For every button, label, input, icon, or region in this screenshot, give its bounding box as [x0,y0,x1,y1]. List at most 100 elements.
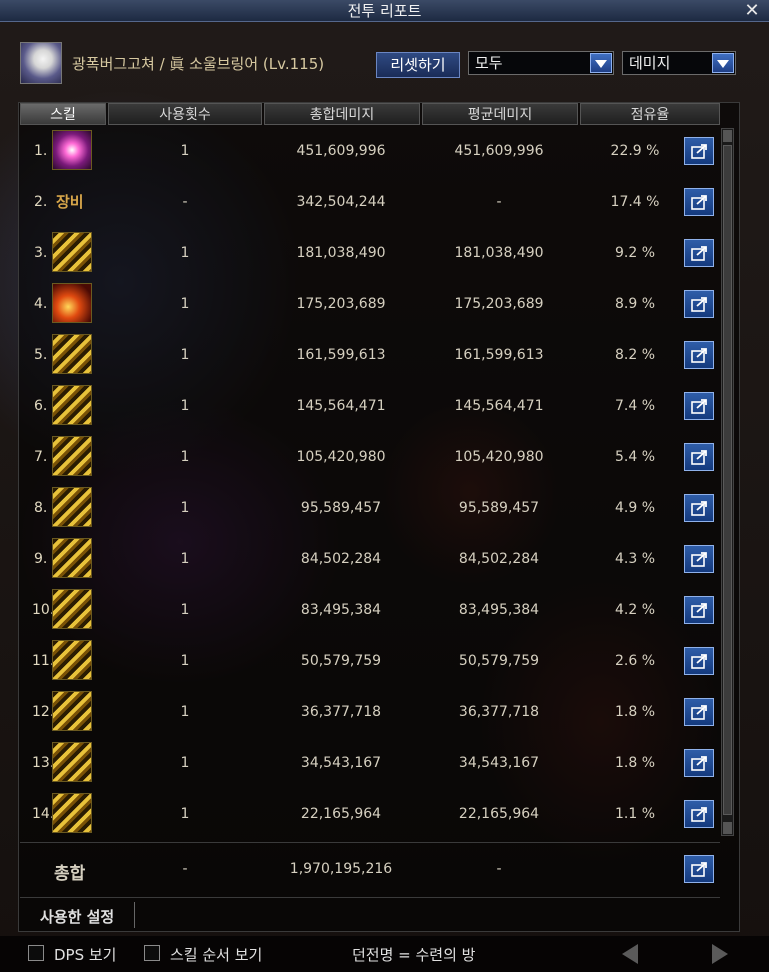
table-row[interactable]: 4. 1 175,203,689 175,203,689 8.9 % [20,279,720,330]
row-count: 1 [180,347,190,363]
row-count: 1 [180,551,190,567]
window-titlebar[interactable]: 전투 리포트 ✕ [0,0,769,22]
column-skill[interactable]: 스킬 [20,103,106,125]
row-total: 105,420,980 [296,449,386,465]
table-row[interactable]: 2. 장비 - 342,504,244 - 17.4 % [20,177,720,228]
row-share: 17.4 % [610,194,660,210]
scroll-up-icon[interactable] [723,130,732,142]
filter-dropdown-value: 모두 [475,54,503,72]
column-share[interactable]: 점유율 [580,103,720,125]
detail-button[interactable] [684,341,714,369]
detail-button[interactable] [684,596,714,624]
detail-button[interactable] [684,443,714,471]
detail-button[interactable] [684,494,714,522]
row-rank: 13. [32,755,55,771]
detail-button[interactable] [684,749,714,777]
row-count: 1 [180,296,190,312]
row-share: 22.9 % [610,143,660,159]
dps-view-label: DPS 보기 [54,946,117,964]
row-share: 2.6 % [614,653,656,669]
detail-button[interactable] [684,647,714,675]
row-count: 1 [180,653,190,669]
divider [134,902,135,928]
next-page-icon[interactable] [712,944,728,964]
row-total: 342,504,244 [296,194,386,210]
row-average: 50,579,759 [458,653,540,669]
skill-order-label: 스킬 순서 보기 [170,946,263,964]
share-icon [691,862,707,877]
row-average: 105,420,980 [454,449,544,465]
table-row[interactable]: 14. 1 22,165,964 22,165,964 1.1 % [20,789,720,840]
row-rank: 7. [34,449,48,465]
row-share: 1.8 % [614,755,656,771]
table-row[interactable]: 6. 1 145,564,471 145,564,471 7.4 % [20,381,720,432]
metric-dropdown-value: 데미지 [629,54,671,72]
equipment-label: 장비 [56,193,84,211]
table-row[interactable]: 9. 1 84,502,284 84,502,284 4.3 % [20,534,720,585]
row-rank: 1. [34,143,48,159]
row-rank: 6. [34,398,48,414]
table-row[interactable]: 11. 1 50,579,759 50,579,759 2.6 % [20,636,720,687]
total-row: 총합 - 1,970,195,216 - [20,842,720,896]
row-count: 1 [180,806,190,822]
column-count[interactable]: 사용횟수 [108,103,262,125]
row-average: 145,564,471 [454,398,544,414]
table-row[interactable]: 1. 1 451,609,996 451,609,996 22.9 % [20,126,720,177]
row-average: 84,502,284 [458,551,540,567]
share-icon [691,450,707,465]
row-count: 1 [180,755,190,771]
table-row[interactable]: 10. 1 83,495,384 83,495,384 4.2 % [20,585,720,636]
row-average: - [496,194,502,210]
column-total-damage[interactable]: 총합데미지 [264,103,420,125]
row-total: 36,377,718 [300,704,382,720]
gold-fist-skill-icon [52,487,92,527]
pink-burst-skill-icon [52,130,92,170]
detail-button[interactable] [684,800,714,828]
table-row[interactable]: 7. 1 105,420,980 105,420,980 5.4 % [20,432,720,483]
total-label: 총합 [54,864,86,884]
share-icon [691,399,707,414]
skill-order-checkbox[interactable] [144,945,160,961]
column-average-damage[interactable]: 평균데미지 [422,103,578,125]
row-rank: 12. [32,704,55,720]
metric-dropdown[interactable]: 데미지 [622,51,736,75]
row-average: 181,038,490 [454,245,544,261]
share-icon [691,807,707,822]
close-button[interactable]: ✕ [743,0,761,22]
table-row[interactable]: 13. 1 34,543,167 34,543,167 1.8 % [20,738,720,789]
reset-button[interactable]: 리셋하기 [376,52,460,78]
total-detail-button[interactable] [684,855,714,883]
detail-button[interactable] [684,239,714,267]
row-rank: 8. [34,500,48,516]
fire-skill-icon [52,283,92,323]
table-row[interactable]: 5. 1 161,599,613 161,599,613 8.2 % [20,330,720,381]
previous-page-icon[interactable] [622,944,638,964]
detail-button[interactable] [684,392,714,420]
share-icon [691,195,707,210]
detail-button[interactable] [684,545,714,573]
table-scrollbar[interactable] [721,128,734,836]
share-icon [691,756,707,771]
row-average: 175,203,689 [454,296,544,312]
detail-button[interactable] [684,698,714,726]
chevron-down-icon[interactable] [712,53,734,73]
scroll-down-icon[interactable] [723,822,732,834]
gold-cross-skill-icon [52,334,92,374]
detail-button[interactable] [684,290,714,318]
scroll-thumb[interactable] [723,145,732,815]
detail-button[interactable] [684,188,714,216]
detail-button[interactable] [684,137,714,165]
used-settings-bar: 사용한 설정 [20,897,720,931]
filter-dropdown[interactable]: 모두 [468,51,614,75]
gold-claw-skill-icon [52,793,92,833]
table-row[interactable]: 12. 1 36,377,718 36,377,718 1.8 % [20,687,720,738]
share-icon [691,603,707,618]
table-row[interactable]: 8. 1 95,589,457 95,589,457 4.9 % [20,483,720,534]
row-average: 451,609,996 [454,143,544,159]
row-total: 175,203,689 [296,296,386,312]
share-icon [691,705,707,720]
table-row[interactable]: 3. 1 181,038,490 181,038,490 9.2 % [20,228,720,279]
dps-view-checkbox[interactable] [28,945,44,961]
chevron-down-icon[interactable] [590,53,612,73]
total-average: - [496,861,502,877]
